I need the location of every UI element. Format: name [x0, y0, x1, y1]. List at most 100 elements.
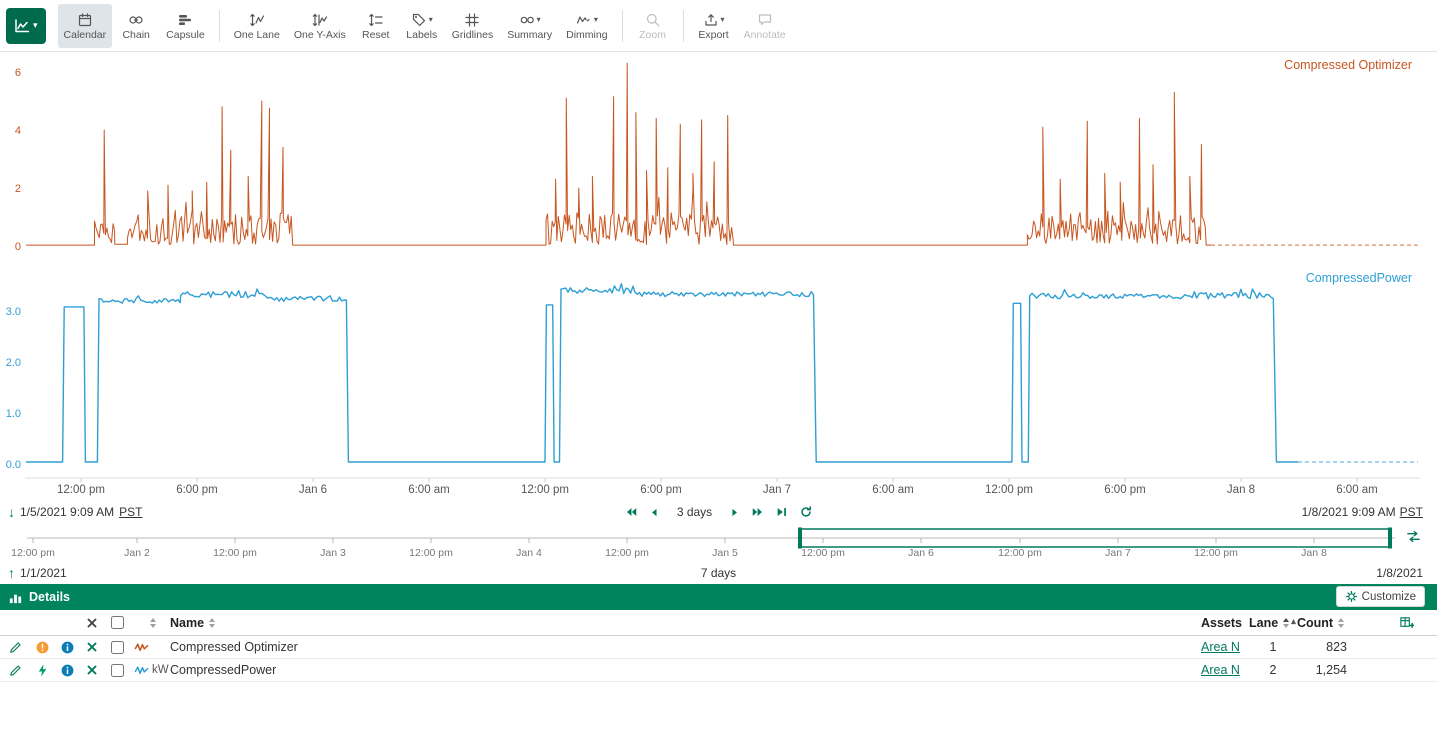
- warning-icon[interactable]: [35, 640, 50, 655]
- toolbar-gridlines-button[interactable]: Gridlines: [446, 4, 499, 48]
- skip-to-end-button[interactable]: [775, 505, 789, 519]
- step-backward-button[interactable]: [648, 506, 661, 519]
- timeline-tick-label: 12:00 pm: [998, 547, 1042, 559]
- sort-count-icon[interactable]: [1338, 618, 1344, 628]
- sort-name-icon[interactable]: [209, 618, 215, 628]
- toolbar-calendar-button[interactable]: Calendar: [58, 4, 113, 48]
- investigate-end[interactable]: 1/8/2021: [1376, 566, 1423, 580]
- select-all-checkbox[interactable]: [111, 616, 124, 629]
- labels-icon: ▾: [411, 11, 433, 28]
- timeline-scrubber[interactable]: 12:00 pmJan 212:00 pmJan 312:00 pmJan 41…: [0, 524, 1437, 562]
- x-tick-label: 6:00 pm: [640, 484, 682, 496]
- add-column-icon[interactable]: [1399, 615, 1414, 630]
- dimming-icon: ▾: [576, 11, 598, 28]
- details-bar: Details Customize: [0, 584, 1437, 610]
- toolbar-button-label: Export: [698, 30, 728, 40]
- gear-icon: [1345, 590, 1358, 603]
- step-forward-button[interactable]: [728, 506, 741, 519]
- toolbar-one-y-axis-button[interactable]: One Y-Axis: [288, 4, 352, 48]
- toolbar-summary-button[interactable]: ▾Summary: [501, 4, 558, 48]
- y-tick-label: 1.0: [6, 408, 21, 420]
- toolbar-button-label: Capsule: [166, 30, 205, 40]
- asset-link[interactable]: Area N: [1201, 663, 1240, 677]
- toolbar-button-label: One Y-Axis: [294, 30, 346, 40]
- toolbar-button-label: Annotate: [744, 30, 786, 40]
- toolbar-annotate-button: Annotate: [738, 4, 792, 48]
- info-button[interactable]: [60, 640, 75, 655]
- worksheet-view-button[interactable]: ▾: [6, 8, 46, 44]
- lane-sort-asc-icon: ▴: [1291, 616, 1296, 627]
- row-checkbox[interactable]: [111, 641, 124, 654]
- toolbar-labels-button[interactable]: ▾Labels: [400, 4, 444, 48]
- series-line: [26, 284, 1298, 462]
- investigate-start[interactable]: 1/1/2021: [20, 566, 67, 580]
- sort-lane-icon[interactable]: [1283, 618, 1289, 628]
- item-name-label[interactable]: Compressed Optimizer: [170, 640, 298, 654]
- trend-chart[interactable]: 12:00 pm6:00 pmJan 66:00 am12:00 pm6:00 …: [0, 52, 1437, 500]
- name-column-header: Name: [170, 616, 204, 630]
- remove-item-button[interactable]: [85, 640, 99, 654]
- item-name: CompressedPower: [170, 663, 1153, 677]
- toolbar-separator: [622, 10, 623, 42]
- edit-item-button[interactable]: [8, 663, 23, 678]
- range-start-timezone[interactable]: PST: [119, 505, 142, 519]
- range-end-group: 1/8/2021 9:09 AM PST: [1302, 505, 1423, 519]
- assets-column-header: Assets: [1201, 616, 1242, 630]
- remove-item-button[interactable]: [85, 663, 99, 677]
- remove-all-button[interactable]: [85, 616, 99, 630]
- toolbar-reset-button[interactable]: Reset: [354, 4, 398, 48]
- toolbar-dimming-button[interactable]: ▾Dimming: [560, 4, 613, 48]
- toolbar-button-label: One Lane: [234, 30, 280, 40]
- fast-backward-button[interactable]: [624, 505, 638, 519]
- toolbar-export-button[interactable]: ▾Export: [692, 4, 736, 48]
- refresh-button[interactable]: [799, 505, 813, 519]
- item-name-label[interactable]: CompressedPower: [170, 663, 276, 677]
- y-tick-label: 3.0: [6, 306, 21, 318]
- caret-down-icon: ▾: [33, 20, 38, 31]
- zoom-icon: [645, 11, 661, 28]
- expand-range-icon[interactable]: [1406, 529, 1421, 544]
- toolbar-capsule-button[interactable]: Capsule: [160, 4, 211, 48]
- table-row: kWCompressedPowerArea N21,254: [0, 659, 1437, 682]
- bolt-icon[interactable]: [35, 663, 50, 678]
- edit-item-button[interactable]: [8, 640, 23, 655]
- toolbar-button-label: Gridlines: [452, 30, 493, 40]
- series-label[interactable]: CompressedPower: [1306, 271, 1412, 285]
- signal-unit: kW: [152, 664, 169, 676]
- table-row: Compressed OptimizerArea N1823: [0, 636, 1437, 659]
- investigate-duration[interactable]: 7 days: [701, 566, 736, 580]
- y-tick-label: 0.0: [6, 459, 21, 471]
- info-button[interactable]: [60, 663, 75, 678]
- toolbar-button-label: Reset: [362, 30, 389, 40]
- annotate-icon: [757, 11, 773, 28]
- asset-link[interactable]: Area N: [1201, 640, 1240, 654]
- one-yaxis-icon: [312, 11, 328, 28]
- toolbar: ▾ Calendar Chain Capsule One Lane One Y-Axis…: [0, 0, 1437, 52]
- count-value: 1,254: [1316, 663, 1347, 677]
- range-end[interactable]: 1/8/2021 9:09 AM: [1302, 505, 1396, 519]
- range-duration[interactable]: 3 days: [671, 505, 718, 519]
- toolbar-separator: [219, 10, 220, 42]
- toolbar-button-label: Chain: [122, 30, 149, 40]
- range-end-timezone[interactable]: PST: [1400, 505, 1423, 519]
- row-checkbox[interactable]: [111, 664, 124, 677]
- investigate-start-arrow-icon: ↑: [8, 565, 15, 581]
- item-name: Compressed Optimizer: [170, 640, 1153, 654]
- fast-forward-button[interactable]: [751, 505, 765, 519]
- toolbar-button-label: Summary: [507, 30, 552, 40]
- chain-icon: [128, 11, 144, 28]
- bar-chart-icon: [8, 590, 23, 605]
- display-range-row: ↓ 1/5/2021 9:09 AM PST 3 days 1/8/2021 9…: [0, 500, 1437, 524]
- signal-icon: [134, 663, 149, 678]
- toolbar-chain-button[interactable]: Chain: [114, 4, 158, 48]
- timeline-tick-label: Jan 2: [124, 547, 150, 559]
- timeline-tick-label: 12:00 pm: [801, 547, 845, 559]
- series-label[interactable]: Compressed Optimizer: [1284, 58, 1412, 72]
- range-start[interactable]: 1/5/2021 9:09 AM: [20, 505, 114, 519]
- customize-button[interactable]: Customize: [1336, 586, 1425, 607]
- x-tick-label: 12:00 pm: [521, 484, 569, 496]
- toolbar-button-label: Calendar: [64, 30, 107, 40]
- toolbar-one-lane-button[interactable]: One Lane: [228, 4, 286, 48]
- y-tick-label: 6: [15, 67, 21, 79]
- sort-type-icon[interactable]: [150, 618, 156, 628]
